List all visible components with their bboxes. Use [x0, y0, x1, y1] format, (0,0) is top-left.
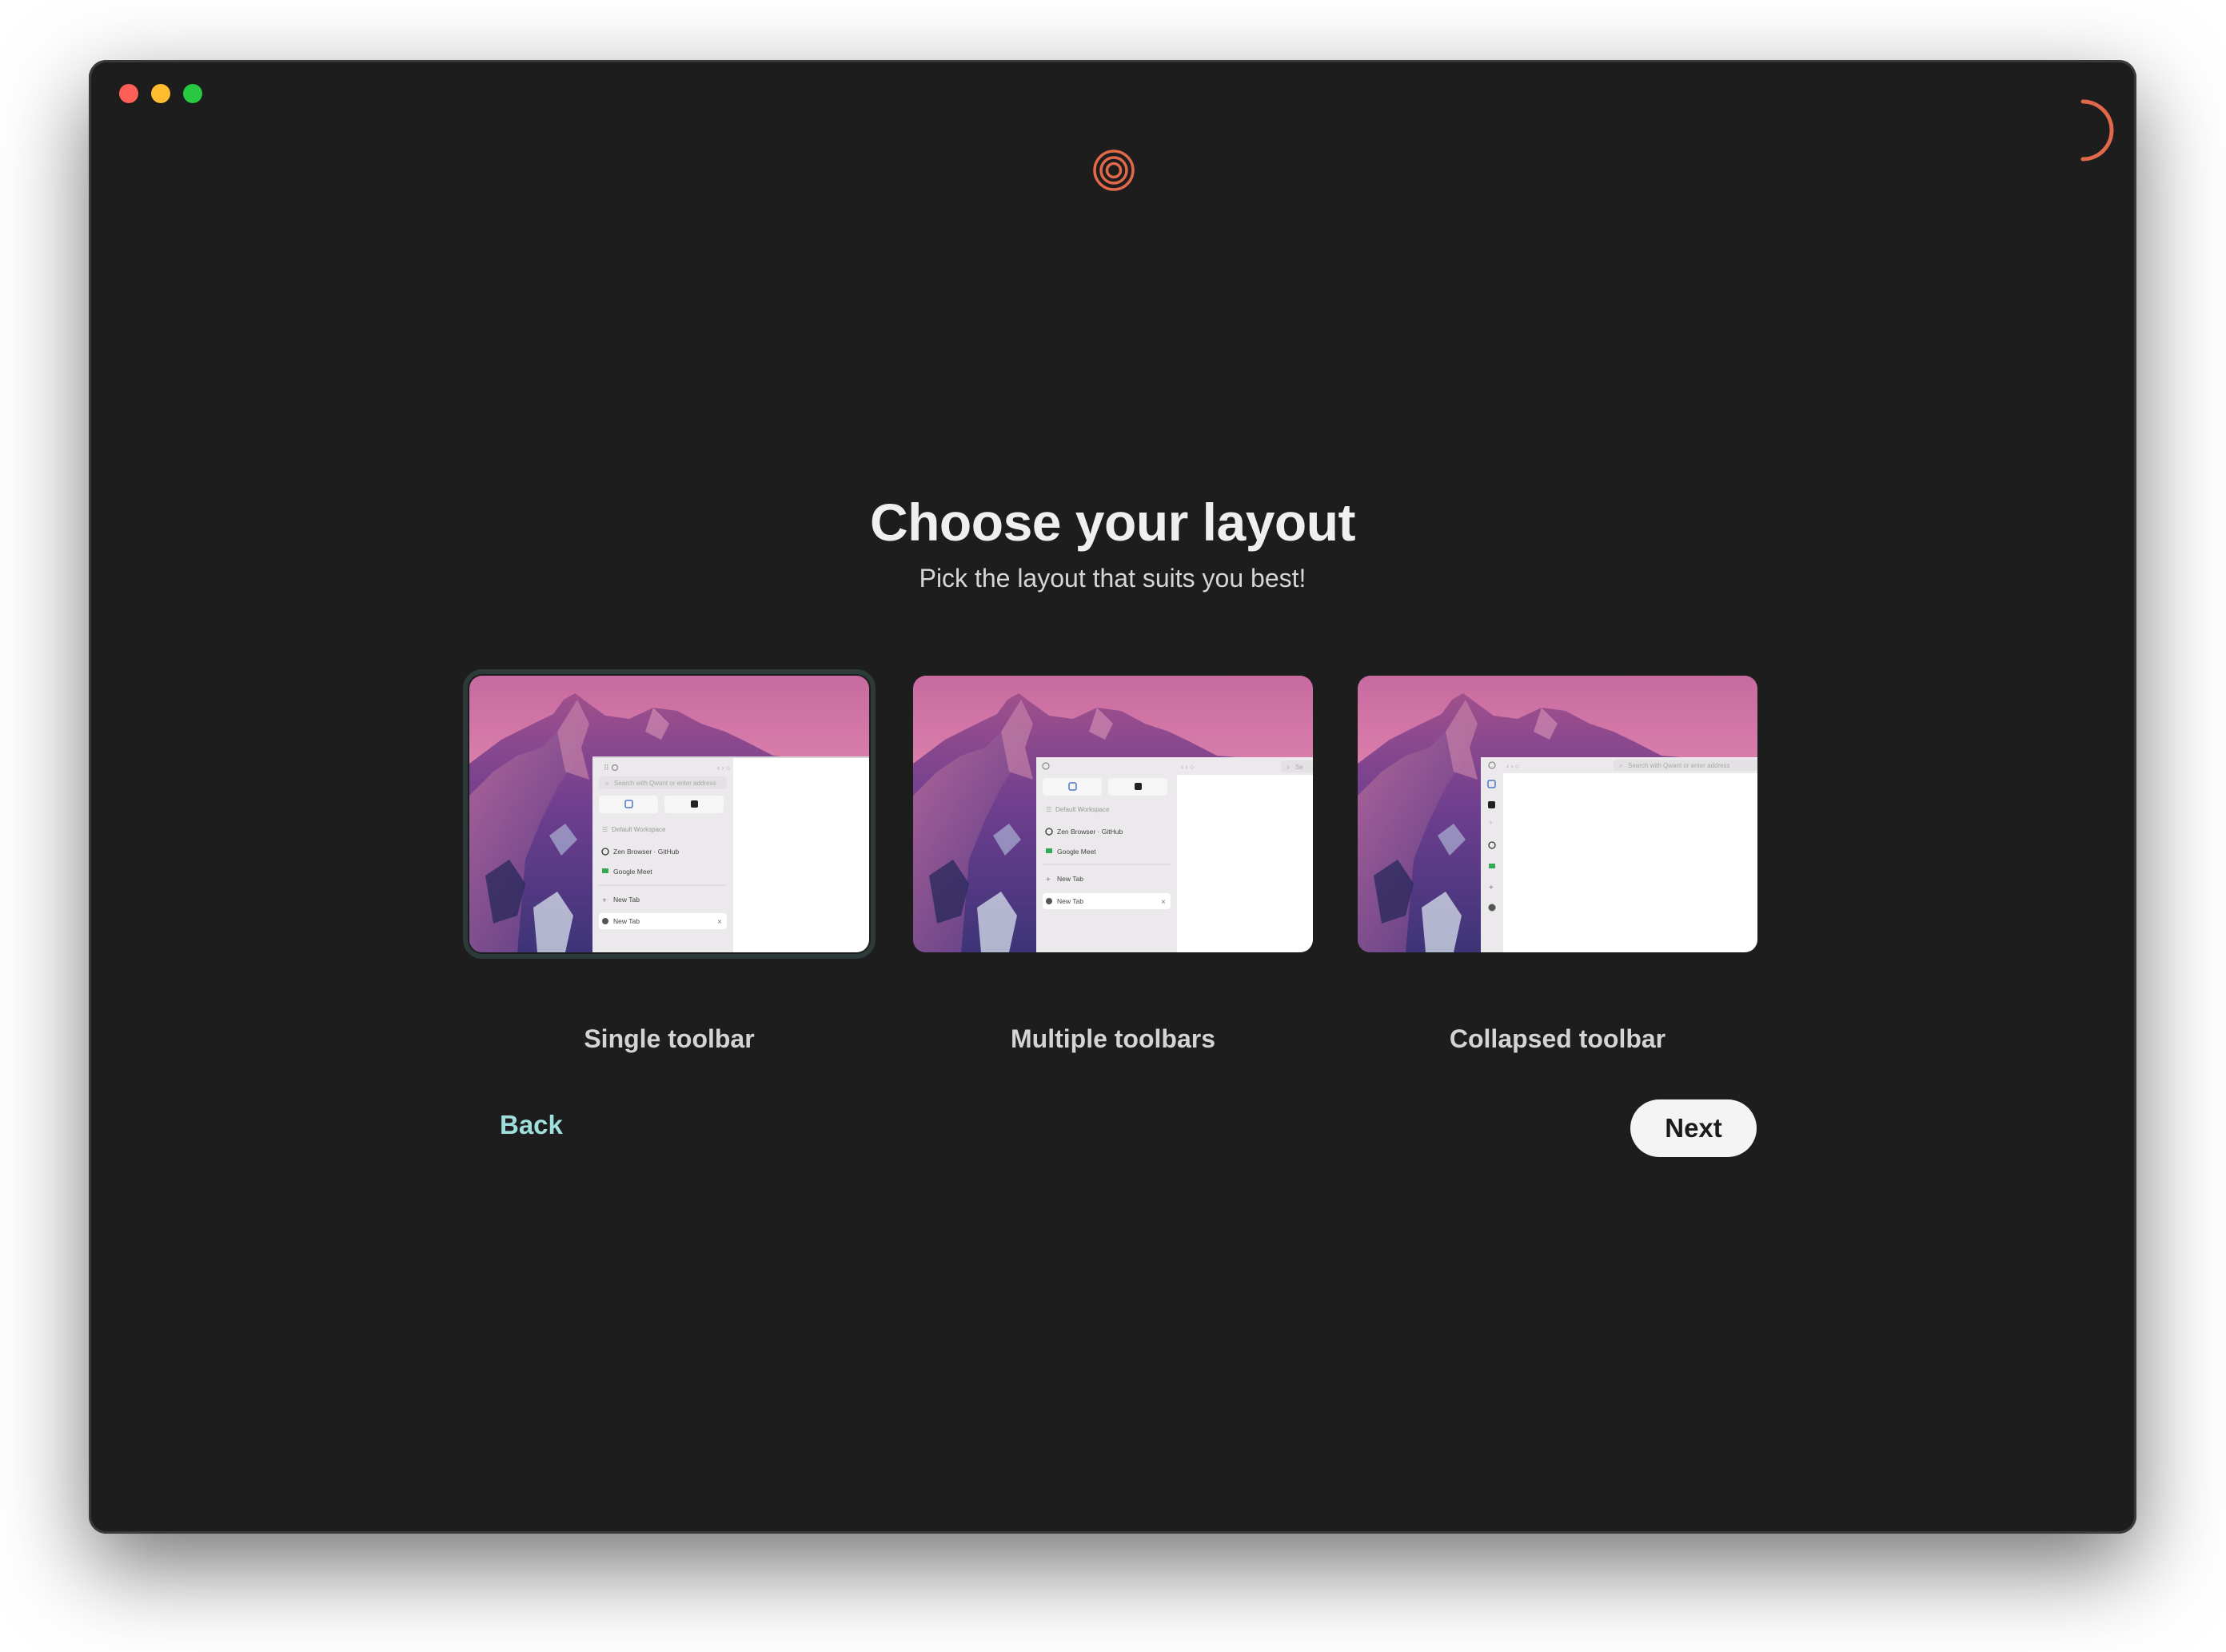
layout-preview-multiple-toolbars: ‹ › ○ ⌕ Se ☰ Default Workspace Zen Brows… [913, 676, 1313, 952]
svg-text:+: + [1489, 819, 1493, 827]
page-subtitle: Pick the layout that suits you best! [919, 564, 1306, 593]
svg-text:☰: ☰ [1046, 806, 1051, 813]
preview-new-tab-button: New Tab [613, 896, 640, 904]
svg-text:×: × [1161, 898, 1166, 907]
svg-text:×: × [717, 918, 722, 927]
preview-search-placeholder: Se [1295, 764, 1303, 771]
preview-workspace-label: Default Workspace [612, 826, 666, 833]
svg-text:⠿: ⠿ [604, 764, 609, 772]
svg-text:‹ › ○: ‹ › ○ [1181, 763, 1194, 771]
app-window: Choose your layout Pick the layout that … [89, 60, 2136, 1534]
preview-tab-github: Zen Browser · GitHub [613, 848, 679, 856]
preview-tab-github: Zen Browser · GitHub [1057, 828, 1123, 836]
preview-search-placeholder: Search with Qwant or enter address [614, 780, 716, 787]
preview-tab-meet: Google Meet [1057, 848, 1096, 856]
window-maximize-button[interactable] [183, 84, 202, 103]
zen-logo-icon [1093, 150, 1135, 191]
window-minimize-button[interactable] [151, 84, 170, 103]
preview-search-placeholder: Search with Qwant or enter address [1628, 762, 1730, 769]
next-button[interactable]: Next [1630, 1099, 1757, 1157]
svg-text:‹ › ○: ‹ › ○ [1506, 762, 1519, 770]
preview-new-tab-button: New Tab [1057, 875, 1083, 883]
window-close-button[interactable] [119, 84, 138, 103]
layout-label-multiple-toolbars: Multiple toolbars [1011, 1024, 1215, 1053]
preview-active-tab: New Tab [613, 917, 640, 925]
layout-preview-collapsed-toolbar: ‹ › ○ ⌕ Search with Qwant or enter addre… [1358, 676, 1757, 952]
svg-text:+: + [1489, 884, 1494, 892]
svg-text:☰: ☰ [602, 826, 608, 833]
preview-active-tab: New Tab [1057, 897, 1083, 905]
svg-text:⌕: ⌕ [1287, 764, 1290, 771]
preview-workspace-label: Default Workspace [1055, 806, 1110, 813]
preview-tab-meet: Google Meet [613, 868, 652, 876]
back-button[interactable]: Back [500, 1110, 563, 1140]
svg-text:‹ › ○: ‹ › ○ [717, 764, 730, 772]
layout-label-collapsed-toolbar: Collapsed toolbar [1449, 1024, 1666, 1053]
layout-preview-single-toolbar: ⠿ ‹ › ○ ⌕ Search with Qwant or enter add… [463, 669, 876, 959]
svg-text:⌕: ⌕ [605, 780, 608, 787]
svg-text:+: + [1046, 876, 1051, 884]
svg-text:⌕: ⌕ [1619, 762, 1622, 769]
svg-text:+: + [602, 896, 607, 905]
page-title: Choose your layout [869, 493, 1356, 552]
loading-spinner-icon [2080, 99, 2114, 162]
layout-label-single-toolbar: Single toolbar [584, 1024, 755, 1053]
